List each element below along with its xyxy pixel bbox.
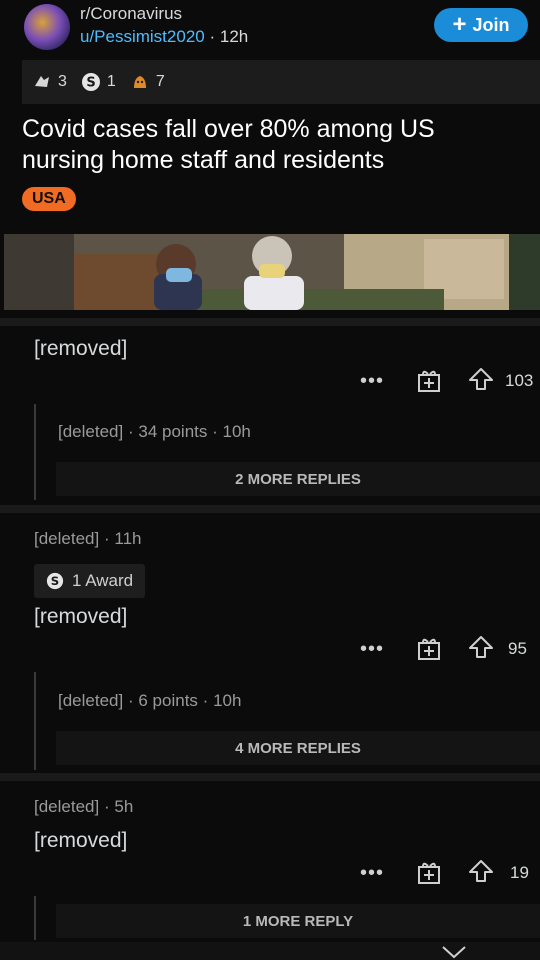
wholesome-award-icon <box>133 76 146 88</box>
silver-award-icon: S <box>46 572 64 590</box>
award-count: 3 <box>58 73 67 90</box>
comment-meta: [deleted] · 5h <box>34 797 133 817</box>
thread-line[interactable] <box>34 672 36 770</box>
reply-author[interactable]: [deleted] <box>58 691 123 710</box>
reply-points: 6 points <box>138 691 198 710</box>
award-count: 1 <box>106 73 116 90</box>
thread-line[interactable] <box>34 896 36 940</box>
comment-age: 5h <box>114 797 134 816</box>
upvote-icon[interactable] <box>468 634 494 660</box>
more-options-icon[interactable]: ••• <box>360 370 384 393</box>
divider <box>0 773 540 781</box>
divider <box>0 505 540 513</box>
reply-author[interactable]: [deleted] <box>58 422 123 441</box>
comment-actions: ••• <box>360 634 384 664</box>
comment-actions: ••• <box>360 858 384 888</box>
divider <box>0 318 540 326</box>
reply-meta: [deleted] · 6 points · 10h <box>58 691 241 711</box>
svg-text:S: S <box>86 76 95 91</box>
vote-score: 103 <box>505 371 534 390</box>
separator-dot: · <box>212 422 218 441</box>
comment-actions: ••• <box>360 366 384 396</box>
vote-score: 19 <box>510 863 529 882</box>
gift-award-icon[interactable] <box>416 367 442 393</box>
thread-line[interactable] <box>34 404 36 500</box>
upvote-icon[interactable] <box>468 366 494 392</box>
awards-bar[interactable]: 3 S 1 7 <box>22 60 540 104</box>
comment-meta: [deleted] · 11h <box>34 529 141 549</box>
more-replies-button[interactable]: 1 MORE REPLY <box>56 904 540 938</box>
separator-dot: · <box>127 691 134 710</box>
more-replies-button[interactable]: 4 MORE REPLIES <box>56 731 540 765</box>
join-button[interactable]: + Join <box>434 8 528 42</box>
comment-author[interactable]: [deleted] <box>34 529 99 548</box>
more-replies-button[interactable]: 2 MORE REPLIES <box>56 462 540 496</box>
plus-icon: + <box>452 11 467 38</box>
subreddit-avatar[interactable] <box>24 4 70 50</box>
join-label: Join <box>472 14 510 35</box>
reply-age: 10h <box>222 422 251 441</box>
chevron-down-icon[interactable] <box>440 944 468 960</box>
post-age: 12h <box>219 27 249 46</box>
separator-dot: · <box>103 529 110 548</box>
vote-score: 95 <box>508 639 527 658</box>
upvote-icon[interactable] <box>468 858 494 884</box>
separator-dot: · <box>103 797 110 816</box>
reply-points: 34 points <box>138 422 208 441</box>
post-flair[interactable]: USA <box>22 187 76 211</box>
reply-meta: [deleted] · 34 points · 10h <box>58 422 251 442</box>
helpful-award-icon <box>35 76 49 87</box>
silver-award-icon: S <box>81 73 100 91</box>
award-label: 1 Award <box>72 571 134 590</box>
reply-age: 10h <box>213 691 242 710</box>
separator-dot: · <box>202 691 209 710</box>
subreddit-name[interactable]: r/Coronavirus <box>80 4 182 24</box>
comment-age: 11h <box>114 529 142 548</box>
author-name[interactable]: u/Pessimist2020 <box>80 27 205 46</box>
award-count: 7 <box>155 73 165 90</box>
post-title[interactable]: Covid cases fall over 80% among US nursi… <box>22 114 522 176</box>
comment-body: [removed] <box>34 337 128 360</box>
author-line: u/Pessimist2020 · 12h <box>80 27 248 47</box>
separator-dot: · <box>127 422 134 441</box>
separator-dot: · <box>209 27 216 46</box>
gift-award-icon[interactable] <box>416 859 442 885</box>
gift-award-icon[interactable] <box>416 635 442 661</box>
comment-body: [removed] <box>34 829 128 852</box>
post-photo <box>4 234 540 310</box>
comment-body: [removed] <box>34 605 128 628</box>
svg-text:S: S <box>51 574 59 588</box>
more-options-icon[interactable]: ••• <box>360 862 384 885</box>
comment-award-pill[interactable]: S 1 Award <box>34 564 146 598</box>
post-image[interactable] <box>4 234 540 310</box>
more-options-icon[interactable]: ••• <box>360 638 384 661</box>
comment-author[interactable]: [deleted] <box>34 797 99 816</box>
